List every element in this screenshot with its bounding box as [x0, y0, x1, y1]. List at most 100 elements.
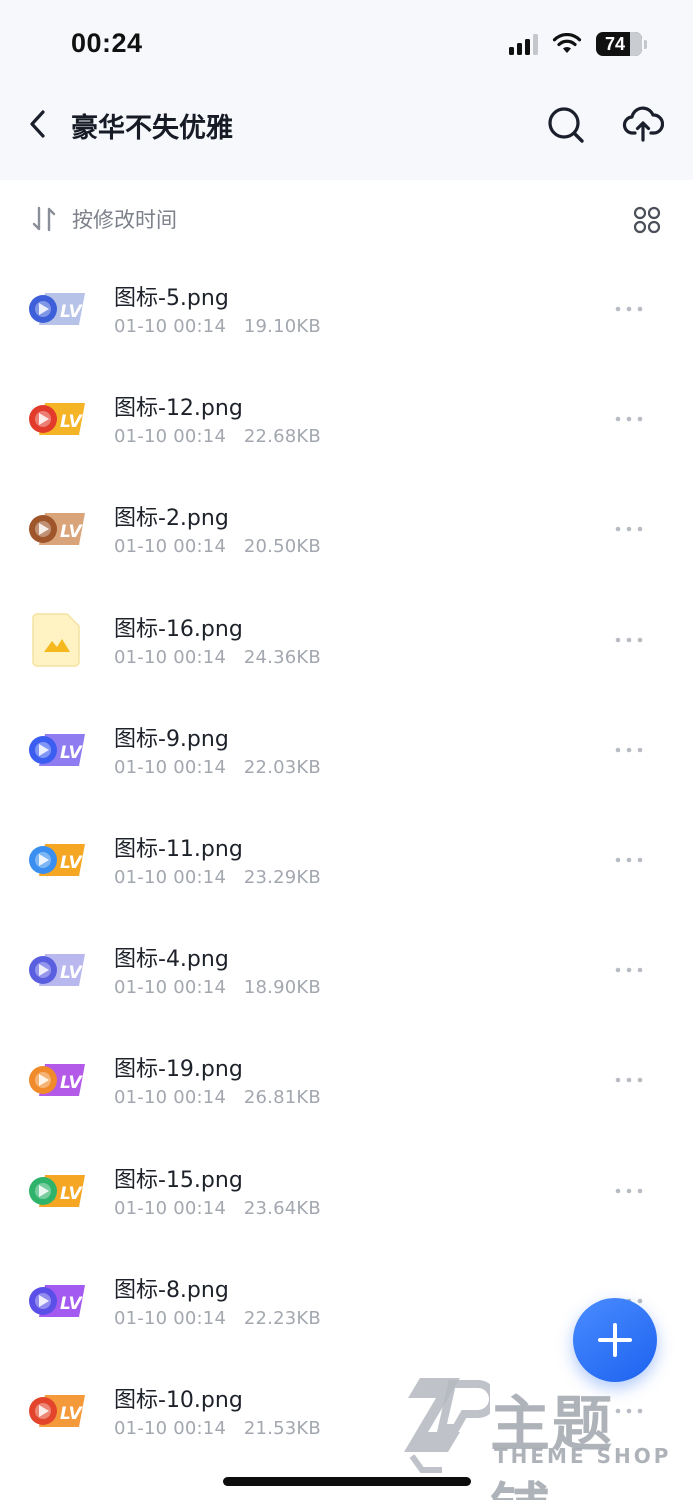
file-size: 20.50KB	[243, 536, 321, 558]
file-date: 01-10 00:14	[114, 866, 227, 888]
file-name: 图标-15.png	[114, 1167, 243, 1193]
file-list-item[interactable]: 图标-16.png 01-10 00:14 24.36KB	[0, 585, 693, 695]
watermark-title: 主题铺	[490, 1390, 614, 1500]
file-list-item[interactable]: LV 图标-12.png 01-10 00:14 22.68KB	[0, 364, 693, 474]
svg-text:LV: LV	[60, 743, 83, 763]
file-list-item[interactable]: LV 图标-11.png 01-10 00:14 23.29KB	[0, 805, 693, 915]
more-dots-icon	[615, 416, 643, 422]
sort-toolbar: 按修改时间	[0, 180, 693, 260]
status-time: 00:24	[71, 28, 143, 58]
gold-lv-badge-thumbnail: LV	[27, 832, 87, 888]
grid-view-icon	[633, 206, 661, 234]
file-meta: 01-10 00:14 23.64KB	[114, 1198, 321, 1219]
file-name: 图标-12.png	[114, 396, 243, 422]
upload-button[interactable]	[622, 102, 665, 144]
file-list-item[interactable]: LV 图标-9.png 01-10 00:14 22.03KB	[0, 695, 693, 805]
more-options-button[interactable]	[610, 516, 650, 542]
grid-view-toggle[interactable]	[632, 205, 662, 235]
file-name: 图标-16.png	[114, 616, 243, 642]
file-name: 图标-4.png	[114, 947, 229, 973]
file-size: 22.68KB	[243, 426, 321, 448]
file-date: 01-10 00:14	[114, 1417, 227, 1439]
more-dots-icon	[615, 1078, 643, 1083]
svg-text:LV: LV	[60, 412, 83, 432]
violet-lv-badge-thumbnail: LV	[27, 1273, 87, 1329]
red-orange-lv-badge-thumbnail: LV	[27, 1383, 87, 1439]
file-date: 01-10 00:14	[114, 1307, 227, 1329]
file-date: 01-10 00:14	[114, 646, 227, 668]
file-name: 图标-19.png	[114, 1057, 243, 1083]
file-meta: 01-10 00:14 20.50KB	[114, 536, 321, 557]
file-date: 01-10 00:14	[114, 977, 227, 999]
more-dots-icon	[615, 1188, 643, 1193]
cellular-signal-icon	[509, 33, 538, 55]
sort-label: 按修改时间	[72, 208, 177, 232]
file-size: 23.64KB	[243, 1197, 321, 1219]
file-date: 01-10 00:14	[114, 756, 227, 778]
more-dots-icon	[615, 967, 643, 973]
image-file-icon	[27, 612, 87, 668]
nav-bar: 豪华不失优雅	[0, 90, 693, 160]
sort-icon	[32, 206, 56, 232]
chevron-left-icon	[30, 110, 45, 138]
file-meta: 01-10 00:14 24.36KB	[114, 647, 321, 668]
more-options-button[interactable]	[610, 1067, 650, 1093]
svg-text:LV: LV	[60, 1294, 83, 1314]
file-size: 24.36KB	[243, 646, 321, 668]
file-list-item[interactable]: LV 图标-15.png 01-10 00:14 23.64KB	[0, 1136, 693, 1246]
file-size: 19.10KB	[243, 316, 321, 337]
more-options-button[interactable]	[610, 406, 650, 432]
more-options-button[interactable]	[610, 1178, 650, 1204]
silver-lv-badge-thumbnail: LV	[27, 281, 87, 337]
home-indicator	[223, 1477, 471, 1486]
cloud-upload-icon	[622, 106, 665, 142]
file-size: 18.90KB	[243, 977, 321, 999]
more-options-button[interactable]	[610, 296, 650, 322]
file-date: 01-10 00:14	[114, 1087, 227, 1109]
battery-level: 74	[604, 34, 626, 54]
file-list-item[interactable]: LV 图标-19.png 01-10 00:14 26.81KB	[0, 1025, 693, 1135]
watermark-subtitle: THEME SHOP	[494, 1444, 672, 1468]
file-list-item[interactable]: LV 图标-5.png 01-10 00:14 19.10KB	[0, 254, 693, 364]
purple-lv-badge-thumbnail: LV	[27, 1052, 87, 1108]
battery-icon: 74	[596, 32, 647, 56]
status-icons: 74	[509, 32, 647, 56]
amber-lv-badge-thumbnail: LV	[27, 1163, 87, 1219]
file-date: 01-10 00:14	[114, 426, 227, 448]
more-options-button[interactable]	[610, 627, 650, 653]
file-name: 图标-5.png	[114, 286, 229, 311]
bronze-lv-badge-thumbnail: LV	[27, 501, 87, 557]
more-options-button[interactable]	[610, 957, 650, 983]
file-name: 图标-9.png	[114, 726, 229, 752]
file-meta: 01-10 00:14 19.10KB	[114, 316, 321, 337]
file-size: 26.81KB	[243, 1087, 321, 1109]
file-date: 01-10 00:14	[114, 1197, 227, 1219]
more-options-button[interactable]	[610, 737, 650, 763]
more-options-button[interactable]	[610, 847, 650, 873]
back-button[interactable]	[22, 104, 56, 144]
svg-text:LV: LV	[60, 522, 83, 542]
file-size: 22.03KB	[243, 756, 321, 778]
svg-text:LV: LV	[60, 853, 83, 873]
svg-text:LV: LV	[60, 1404, 83, 1424]
add-button[interactable]	[573, 1298, 657, 1382]
file-list-item[interactable]: LV 图标-4.png 01-10 00:14 18.90KB	[0, 915, 693, 1025]
file-name: 图标-10.png	[114, 1387, 243, 1413]
file-list-item[interactable]: LV 图标-2.png 01-10 00:14 20.50KB	[0, 474, 693, 584]
file-name: 图标-11.png	[114, 836, 243, 862]
theme-shop-logo-icon	[404, 1378, 490, 1473]
more-dots-icon	[615, 637, 643, 642]
more-dots-icon	[615, 857, 643, 863]
more-dots-icon	[615, 306, 643, 312]
sort-toggle[interactable]: 按修改时间	[30, 204, 177, 234]
file-size: 23.29KB	[243, 866, 321, 888]
file-meta: 01-10 00:14 23.29KB	[114, 867, 321, 888]
more-dots-icon	[615, 527, 643, 532]
svg-text:LV: LV	[60, 963, 83, 983]
search-button[interactable]	[545, 104, 587, 146]
file-size: 21.53KB	[243, 1417, 321, 1439]
file-meta: 01-10 00:14 22.03KB	[114, 757, 321, 778]
svg-text:LV: LV	[60, 1184, 83, 1204]
file-meta: 01-10 00:14 18.90KB	[114, 977, 321, 998]
file-meta: 01-10 00:14 21.53KB	[114, 1418, 321, 1439]
